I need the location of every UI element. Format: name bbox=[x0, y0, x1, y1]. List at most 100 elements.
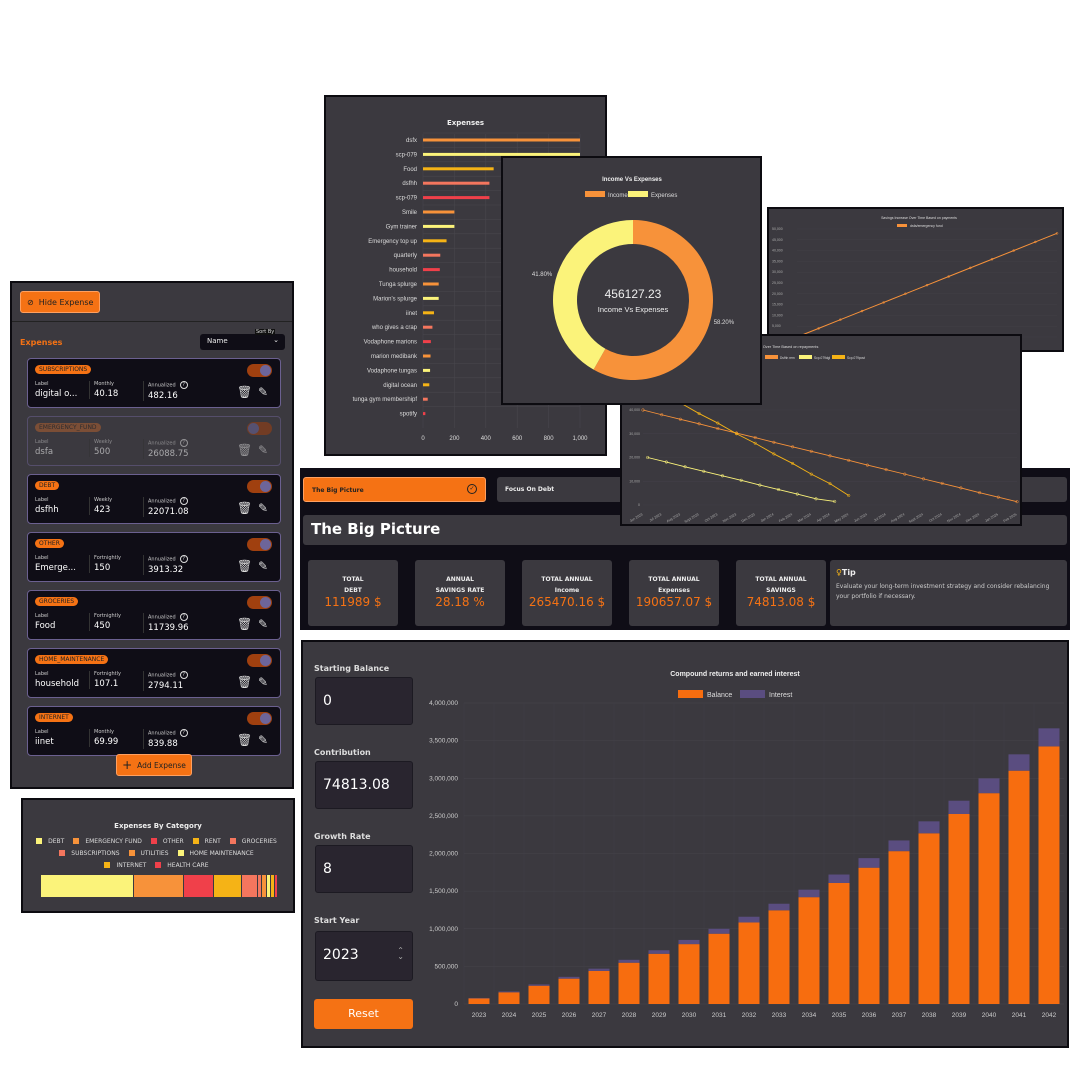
trash-icon[interactable]: 🗑 bbox=[237, 501, 252, 515]
trash-icon[interactable]: 🗑 bbox=[237, 733, 252, 747]
category-badge: HOME_MAINTENANCE bbox=[35, 655, 109, 664]
edit-icon[interactable]: ✎ bbox=[258, 501, 268, 515]
balance-bar bbox=[708, 933, 730, 1004]
interest-bar bbox=[498, 991, 520, 993]
starting-balance-input[interactable]: 0 bbox=[315, 677, 413, 725]
x-tick-label: Nov 2023 bbox=[722, 512, 737, 523]
y-tick-label: 35,000 bbox=[772, 259, 783, 263]
stat-card: TOTAL ANNUAL Income 265470.16 $ bbox=[522, 560, 612, 626]
legend-item: OTHER bbox=[150, 838, 187, 845]
balance-bar bbox=[918, 833, 940, 1004]
x-tick-label: 400 bbox=[481, 436, 492, 442]
category-label: Vodaphone tungas bbox=[367, 368, 417, 374]
legend-label: Income bbox=[608, 193, 628, 199]
help-icon[interactable]: ? bbox=[179, 671, 188, 679]
edit-icon[interactable]: ✎ bbox=[258, 559, 268, 573]
start-year-input[interactable]: 2023 ⌃ ⌄ bbox=[315, 931, 413, 981]
x-tick-label: Apr 2024 bbox=[816, 512, 830, 523]
edit-icon[interactable]: ✎ bbox=[258, 675, 268, 689]
balance-bar bbox=[978, 793, 1000, 1004]
chart-legend: DEBT EMERGENCY FUND OTHER RENT GROCERIES SUBS… bbox=[33, 836, 283, 872]
help-icon[interactable]: ? bbox=[179, 381, 188, 389]
balance-bar bbox=[1038, 746, 1060, 1004]
category-badge: GROCERIES bbox=[35, 597, 79, 606]
frequency-column: Monthly 69.99 bbox=[89, 729, 118, 747]
category-badge: EMERGENCY_FUND bbox=[35, 423, 101, 432]
reset-button[interactable]: Reset bbox=[314, 999, 413, 1029]
legend-swatch bbox=[832, 355, 845, 359]
center-value: 456127.23 bbox=[605, 287, 662, 301]
x-tick-label: 800 bbox=[544, 436, 555, 442]
tab-big-picture[interactable]: The Big Picture ✓ bbox=[303, 477, 486, 502]
enabled-toggle[interactable] bbox=[247, 422, 272, 435]
bar bbox=[423, 167, 494, 171]
edit-icon[interactable]: ✎ bbox=[258, 385, 268, 399]
expenses-panel: ⊘ Hide Expense Expenses Name ⌄ Sort By SUB… bbox=[10, 281, 294, 789]
bar bbox=[423, 368, 431, 372]
category-label: digital ocean bbox=[383, 383, 417, 389]
enabled-toggle[interactable] bbox=[247, 364, 272, 377]
enabled-toggle[interactable] bbox=[247, 596, 272, 609]
legend-swatch bbox=[585, 191, 605, 197]
help-icon[interactable]: ? bbox=[179, 729, 188, 737]
balance-bar bbox=[498, 992, 520, 1004]
enabled-toggle[interactable] bbox=[247, 712, 272, 725]
compound-svg: Compound returns and earned interest Bala… bbox=[429, 671, 1064, 1019]
annualized-value: 11739.96 bbox=[148, 623, 189, 633]
enabled-toggle[interactable] bbox=[247, 480, 272, 493]
help-icon[interactable]: ? bbox=[179, 497, 188, 505]
contribution-input[interactable]: 74813.08 bbox=[315, 761, 413, 809]
x-tick-label: Jan 2024 bbox=[760, 512, 775, 523]
help-icon[interactable]: ? bbox=[179, 439, 188, 447]
trash-icon[interactable]: 🗑 bbox=[237, 675, 252, 689]
frequency-column: Monthly 40.18 bbox=[89, 381, 118, 399]
x-tick-label: Oct 2024 bbox=[928, 512, 942, 523]
interest-bar bbox=[618, 959, 640, 963]
x-tick-label: Sept 2024 bbox=[908, 512, 924, 523]
bar bbox=[423, 210, 455, 214]
check-circle-icon: ✓ bbox=[467, 484, 477, 494]
edit-icon[interactable]: ✎ bbox=[258, 733, 268, 747]
category-label: iinet bbox=[406, 311, 417, 317]
hide-expense-button[interactable]: ⊘ Hide Expense bbox=[20, 291, 100, 313]
bar bbox=[423, 138, 580, 142]
help-icon[interactable]: ? bbox=[179, 555, 188, 563]
expense-amount: 500 bbox=[94, 447, 111, 457]
x-tick-label: 2041 bbox=[1012, 1012, 1027, 1019]
add-expense-button[interactable]: + Add Expense bbox=[116, 754, 192, 776]
edit-icon[interactable]: ✎ bbox=[258, 443, 268, 457]
enabled-toggle[interactable] bbox=[247, 654, 272, 667]
x-tick-label: Aug 2023 bbox=[666, 512, 681, 523]
category-badge: INTERNET bbox=[35, 713, 73, 722]
y-tick-label: 1,000,000 bbox=[429, 926, 458, 933]
trash-icon[interactable]: 🗑 bbox=[237, 385, 252, 399]
x-tick-label: Dec 2024 bbox=[965, 512, 980, 523]
sort-select[interactable]: Name ⌄ bbox=[200, 334, 285, 350]
category-segment bbox=[184, 875, 215, 897]
expense-card: DEBT Label dsfhh Weekly 423 Annualized? 220… bbox=[27, 474, 281, 524]
legend-item: INTERNET bbox=[104, 862, 149, 869]
category-label: marion medibank bbox=[371, 354, 418, 360]
edit-icon[interactable]: ✎ bbox=[258, 617, 268, 631]
legend-label: Interest bbox=[769, 692, 792, 699]
expense-label: digital o... bbox=[35, 389, 78, 399]
category-label: Food bbox=[403, 167, 417, 173]
expense-amount: 150 bbox=[94, 563, 111, 573]
growth-rate-label: Growth Rate bbox=[314, 832, 371, 841]
label-column: Label Food bbox=[35, 613, 85, 631]
expense-card: HOME_MAINTENANCE Label household Fortnigh… bbox=[27, 648, 281, 698]
trash-icon[interactable]: 🗑 bbox=[237, 559, 252, 573]
balance-bar bbox=[648, 953, 670, 1004]
category-label: Tunga splurge bbox=[379, 282, 418, 288]
trash-icon[interactable]: 🗑 bbox=[237, 617, 252, 631]
legend-item: DEBT bbox=[36, 838, 67, 845]
balance-bar bbox=[558, 978, 580, 1004]
enabled-toggle[interactable] bbox=[247, 538, 272, 551]
category-bar bbox=[41, 875, 278, 897]
category-label: who gives a crap bbox=[371, 325, 418, 331]
growth-rate-input[interactable]: 8 bbox=[315, 845, 413, 893]
spinner-icon[interactable]: ⌃ ⌄ bbox=[397, 947, 404, 961]
chart-title: Compound returns and earned interest bbox=[670, 671, 800, 678]
trash-icon[interactable]: 🗑 bbox=[237, 443, 252, 457]
help-icon[interactable]: ? bbox=[179, 613, 188, 621]
